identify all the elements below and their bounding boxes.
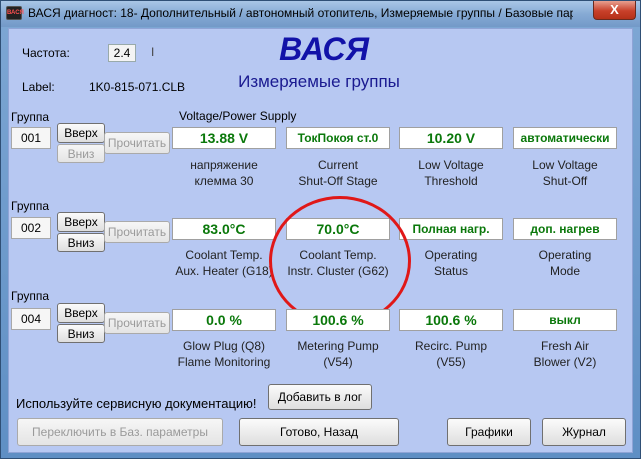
value-field: 13.88 V [172, 127, 276, 149]
field-caption: Operating Mode [502, 247, 628, 279]
highlight-circle [269, 196, 411, 326]
caption-line: Current [317, 158, 358, 172]
field-caption: Low Voltage Threshold [388, 157, 514, 189]
read-button[interactable]: Прочитать [104, 221, 170, 243]
app-icon[interactable]: ВАСЯ [6, 6, 24, 20]
frequency-marker: I [151, 45, 155, 59]
caption-line: Low Voltage [418, 158, 484, 172]
value-field: автоматически [513, 127, 617, 149]
read-button[interactable]: Прочитать [104, 312, 170, 334]
caption-line: Flame Monitoring [177, 355, 271, 369]
read-button[interactable]: Прочитать [104, 132, 170, 154]
caption-line: Coolant Temp. [185, 248, 263, 262]
group-up-button[interactable]: Вверх [57, 123, 105, 143]
value-field: 10.20 V [399, 127, 503, 149]
caption-line: (V55) [436, 355, 466, 369]
field-caption: напряжение клемма 30 [161, 157, 287, 189]
group-down-button[interactable]: Вниз [57, 324, 105, 343]
group-up-button[interactable]: Вверх [57, 212, 105, 232]
group-heading: Voltage/Power Supply [179, 109, 297, 123]
group-number-input[interactable]: 004 [11, 308, 51, 330]
value-field: доп. нагрев [513, 218, 617, 240]
close-icon: X [610, 2, 619, 17]
frequency-value: 2.4 [108, 44, 136, 62]
caption-line: Fresh Air [540, 339, 589, 353]
group-up-button[interactable]: Вверх [57, 303, 105, 323]
field-caption: Recirc. Pump (V55) [388, 338, 514, 370]
field-caption: Low Voltage Shut-Off [502, 157, 628, 189]
caption-line: Operating [538, 248, 592, 262]
value-field: ТокПокоя ст.0 [286, 127, 390, 149]
page-title: Измеряемые группы [238, 72, 400, 91]
add-to-log-button[interactable]: Добавить в лог [268, 384, 372, 410]
switch-basic-params-button[interactable]: Переключить в Баз. параметры [17, 418, 223, 446]
group-down-button[interactable]: Вниз [57, 144, 105, 163]
journal-button[interactable]: Журнал [542, 418, 626, 446]
app-name: ВАСЯ [279, 31, 369, 67]
close-button[interactable]: X [593, 1, 636, 20]
field-caption: Metering Pump (V54) [275, 338, 401, 370]
caption-line: Aux. Heater (G18) [175, 264, 273, 278]
caption-line: Mode [549, 264, 581, 278]
label-label: Label: [22, 80, 55, 94]
caption-line: Glow Plug (Q8) [182, 339, 266, 353]
caption-line: Blower (V2) [533, 355, 597, 369]
value-field: 0.0 % [172, 309, 276, 331]
caption-line: Status [433, 264, 469, 278]
caption-line: Shut-Off [542, 174, 588, 188]
caption-line: Metering Pump [297, 339, 379, 353]
group-label: Группа [11, 110, 50, 124]
caption-line: Recirc. Pump [414, 339, 488, 353]
client-area: Частота: 2.4 I Label: 1K0-815-071.CLB ВА… [8, 28, 633, 453]
group-number-input[interactable]: 002 [11, 217, 51, 239]
group-label: Группа [11, 199, 50, 213]
group-number-input[interactable]: 001 [11, 127, 51, 149]
caption-line: напряжение [190, 158, 258, 172]
value-field: Полная нагр. [399, 218, 503, 240]
done-back-button[interactable]: Готово, Назад [239, 418, 399, 446]
field-caption: Current Shut-Off Stage [275, 157, 401, 189]
caption-line: Threshold [424, 174, 478, 188]
group-label: Группа [11, 289, 50, 303]
caption-line: (V54) [323, 355, 353, 369]
value-field: 83.0°C [172, 218, 276, 240]
caption-line: Shut-Off Stage [298, 174, 378, 188]
frequency-label: Частота: [22, 46, 70, 60]
caption-line: клемма 30 [194, 174, 254, 188]
group-down-button[interactable]: Вниз [57, 233, 105, 252]
application-window: ВАСЯ ВАСЯ диагност: 18- Дополнительный /… [0, 0, 641, 459]
field-caption: Glow Plug (Q8) Flame Monitoring [161, 338, 287, 370]
value-field: 100.6 % [399, 309, 503, 331]
label-value: 1K0-815-071.CLB [89, 80, 186, 94]
field-caption: Fresh Air Blower (V2) [502, 338, 628, 370]
window-title: ВАСЯ диагност: 18- Дополнительный / авто… [28, 6, 573, 20]
service-note: Используйте сервисную документацию! [16, 396, 257, 411]
caption-line: Low Voltage [532, 158, 598, 172]
title-bar: ВАСЯ ВАСЯ диагност: 18- Дополнительный /… [1, 1, 640, 27]
value-field: выкл [513, 309, 617, 331]
graphs-button[interactable]: Графики [447, 418, 531, 446]
value-field: 100.6 % [286, 309, 390, 331]
caption-line: Operating [424, 248, 478, 262]
